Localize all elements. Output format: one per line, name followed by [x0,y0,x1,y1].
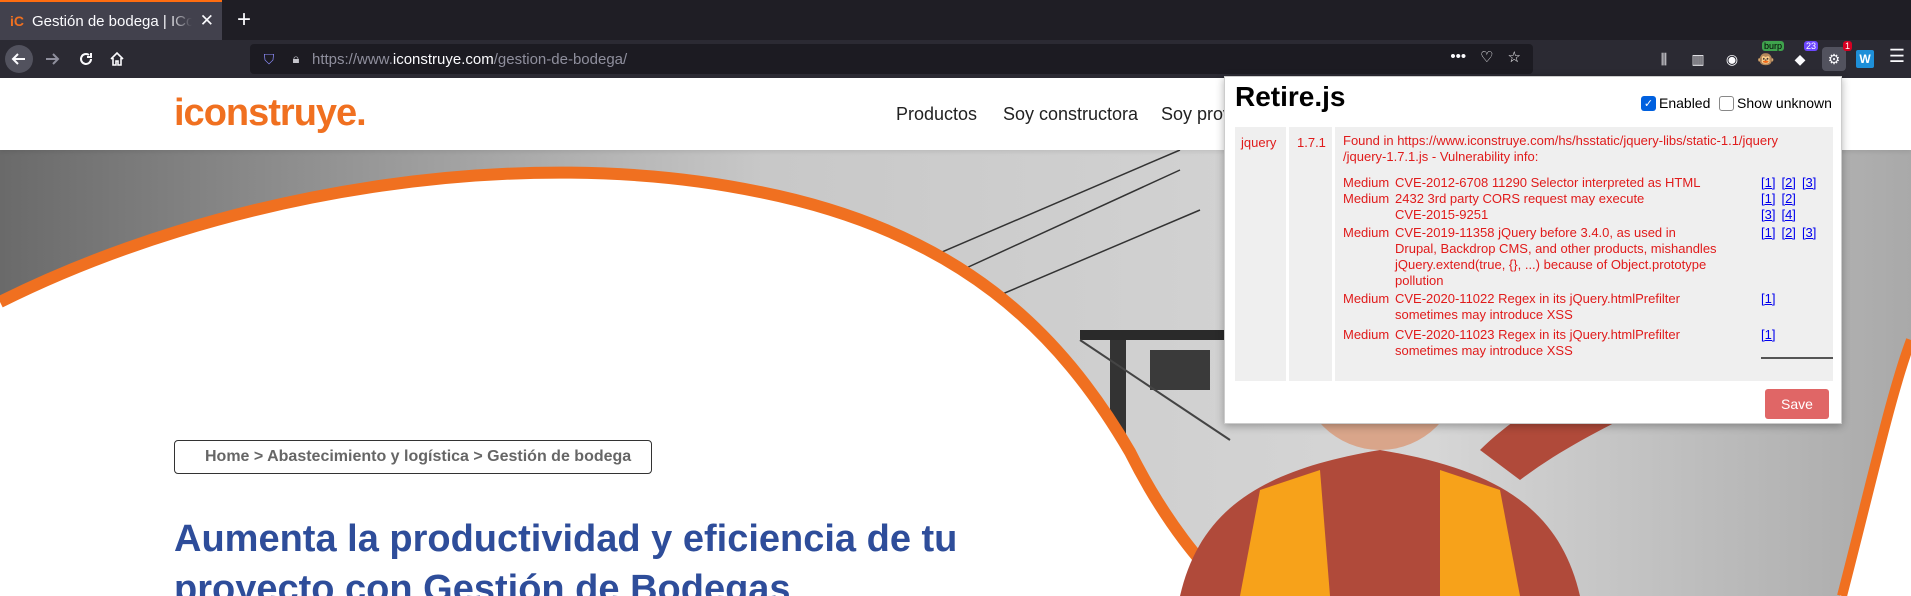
severity: Medium [1343,327,1390,342]
severity: Medium [1343,175,1390,190]
ref-link[interactable]: [1] [1761,327,1775,342]
tracking-shield-icon[interactable]: ⛉ [260,51,278,68]
site-favicon-icon: iC [9,13,24,29]
popup-title: Retire.js [1235,81,1346,112]
reload-icon [80,53,92,65]
vuln-refs: [1] [1761,291,1831,307]
url-text[interactable]: https://www.iconstruye.com/gestion-de-bo… [312,51,627,68]
extension-toolbar: ⫼ ▥ ◉ 🐵 burp ◆ 23 ⚙ 1 W [1652,41,1874,72]
home-icon [110,51,124,66]
vuln-refs: [1] [2] [3] [4] [1761,191,1831,223]
nav-soy-proveedor[interactable]: Soy prov [1161,104,1232,125]
vuln-refs: [1] [1761,327,1831,343]
vuln-refs: [1] [2] [3] [1761,175,1831,191]
back-button[interactable] [5,45,33,73]
severity: Medium [1343,191,1390,206]
headline-line-1: Aumenta la productividad y eficiencia de… [174,518,958,560]
reload-button[interactable] [72,45,100,73]
divider [1761,357,1833,359]
ref-link[interactable]: [2] [1781,225,1795,240]
severity: Medium [1343,291,1390,306]
ref-link[interactable]: [2] [1781,191,1795,206]
ublock-extension-icon[interactable]: ◆ 23 [1788,41,1818,71]
headline-line-2: proyecto con Gestión de Bodegas [174,568,791,596]
vulnerability-info: Found in https://www.iconstruye.com/hs/h… [1335,127,1833,381]
vuln-refs: [1] [2] [3] [1761,225,1831,241]
library-version: 1.7.1 [1289,127,1332,381]
ref-link[interactable]: [1] [1761,291,1775,306]
ref-link[interactable]: [3] [1761,207,1775,222]
new-tab-button[interactable]: + [230,6,258,34]
vuln-description: CVE-2020-11023 Regex in its jQuery.htmlP… [1395,327,1680,358]
lock-icon[interactable]: 🔒︎ [288,51,304,67]
back-arrow-icon [11,53,25,65]
sidebar-icon[interactable]: ▥ [1686,47,1710,71]
checkbox-checked-icon[interactable]: ✓ [1641,95,1656,111]
nav-soy-constructora[interactable]: Soy constructora [1003,104,1138,125]
retirejs-popup: Retire.js ✓ Enabled Show unknown jquery … [1224,76,1842,424]
home-button[interactable] [103,45,131,73]
vuln-description: 2432 3rd party CORS request may execute C… [1395,191,1645,222]
ref-link[interactable]: [3] [1802,175,1816,190]
forward-arrow-icon [46,53,60,65]
burp-extension-icon[interactable]: 🐵 burp [1754,41,1784,71]
breadcrumb[interactable]: Home > Abastecimiento y logística > Gest… [174,440,652,474]
enabled-label: Enabled [1659,95,1711,111]
hamburger-menu-icon[interactable]: ☰ [1889,46,1905,67]
enabled-checkbox[interactable]: ✓ Enabled [1641,95,1710,111]
library-icon[interactable]: ⫼ [1652,47,1676,71]
browser-tab[interactable]: iC Gestión de bodega | IConstruye ✕ [0,0,222,40]
save-button[interactable]: Save [1765,389,1829,419]
ref-link[interactable]: [1] [1761,191,1775,206]
bookmark-star-icon[interactable]: ☆ [1508,48,1521,66]
retirejs-extension-icon[interactable]: ⚙ 1 [1822,41,1852,71]
vuln-description: CVE-2020-11022 Regex in its jQuery.htmlP… [1395,291,1680,322]
show-unknown-checkbox[interactable]: Show unknown [1719,95,1832,111]
url-actions: ••• ♡ ☆ [1450,48,1521,66]
w-extension-icon[interactable]: W [1856,50,1874,68]
forward-button[interactable] [38,45,66,73]
library-name: jquery [1235,127,1286,381]
page-actions-icon[interactable]: ••• [1450,48,1466,66]
checkbox-unchecked-icon[interactable] [1719,95,1734,111]
ref-link[interactable]: [2] [1781,175,1795,190]
close-tab-icon[interactable]: ✕ [200,11,214,31]
vuln-description: CVE-2012-6708 11290 Selector interpreted… [1395,175,1701,190]
found-in-text: Found in https://www.iconstruye.com/hs/h… [1343,133,1778,164]
show-unknown-label: Show unknown [1737,95,1832,111]
severity: Medium [1343,225,1390,240]
pocket-icon[interactable]: ♡ [1480,48,1493,66]
ref-link[interactable]: [1] [1761,175,1775,190]
account-icon[interactable]: ◉ [1720,47,1744,71]
navigation-toolbar: ⛉ 🔒︎ https://www.iconstruye.com/gestion-… [0,40,1911,78]
page-headline: Aumenta la productividad y eficiencia de… [174,514,994,596]
iconstruye-logo[interactable]: iconstruye. [174,92,367,135]
nav-productos[interactable]: Productos [896,104,977,125]
address-bar[interactable]: ⛉ 🔒︎ https://www.iconstruye.com/gestion-… [250,44,1533,74]
tab-title: Gestión de bodega | IConstruye [31,12,192,30]
tab-bar: iC Gestión de bodega | IConstruye ✕ + [0,0,1911,40]
results-table: jquery 1.7.1 Found in https://www.iconst… [1235,127,1833,381]
vuln-description: CVE-2019-11358 jQuery before 3.4.0, as u… [1395,225,1717,288]
ref-link[interactable]: [3] [1802,225,1816,240]
ref-link[interactable]: [1] [1761,225,1775,240]
ref-link[interactable]: [4] [1781,207,1795,222]
